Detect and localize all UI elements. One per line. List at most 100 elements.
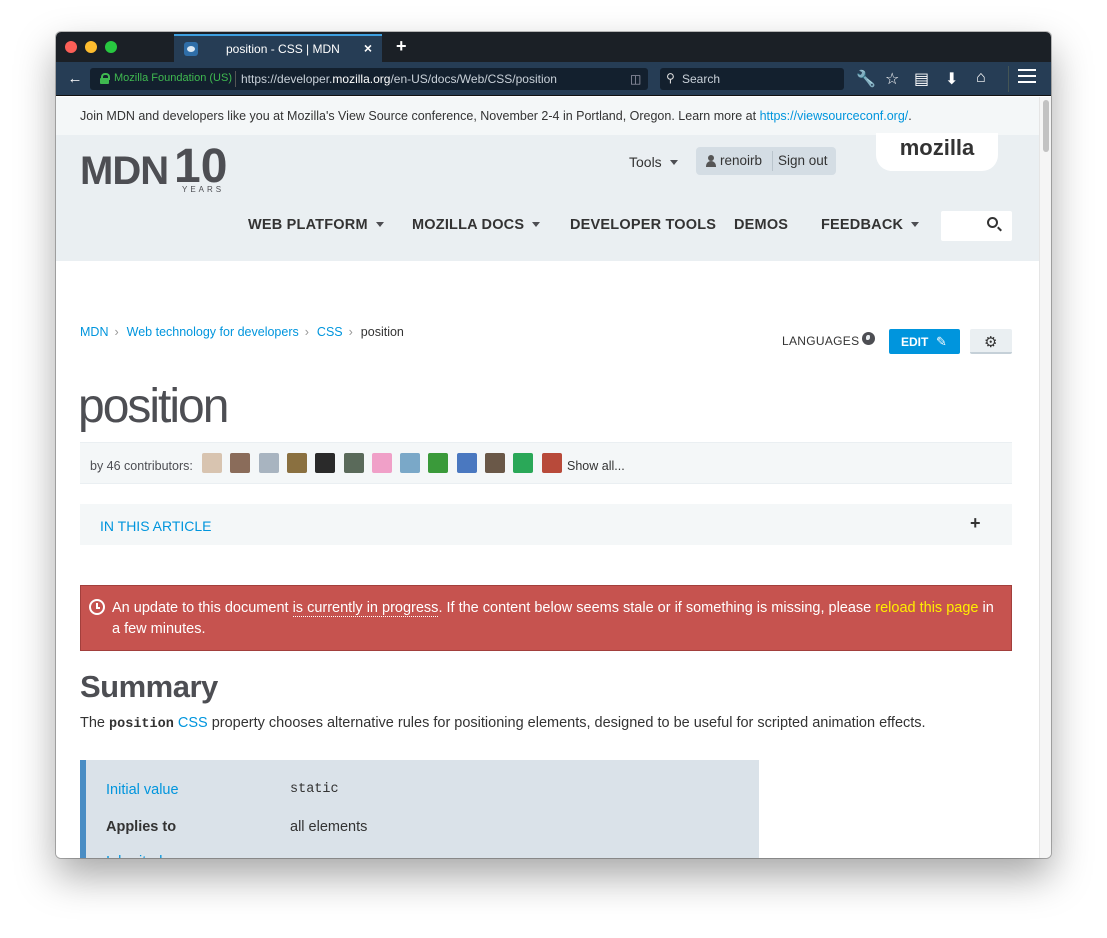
toc-label[interactable]: IN THIS ARTICLE <box>100 518 212 534</box>
summary-heading: Summary <box>80 669 218 704</box>
tab-close-icon[interactable]: × <box>364 40 372 56</box>
globe-icon[interactable] <box>862 332 875 345</box>
update-warning-banner: An update to this document is currently … <box>80 585 1012 651</box>
search-bar[interactable]: ⚲ Search <box>660 68 844 90</box>
promo-banner: Join MDN and developers like you at Mozi… <box>56 97 1039 135</box>
contributor-avatar[interactable] <box>513 453 534 473</box>
home-icon[interactable]: ⌂ <box>976 69 986 87</box>
tab-bar: position - CSS | MDN × + <box>56 32 1051 62</box>
breadcrumb-mdn[interactable]: MDN <box>80 325 108 339</box>
username-link[interactable]: renoirb <box>720 153 762 168</box>
new-tab-button[interactable]: + <box>396 36 407 57</box>
search-icon: ⚲ <box>666 71 675 85</box>
wrench-icon[interactable]: 🔧 <box>856 69 876 89</box>
contributor-avatar[interactable] <box>202 453 222 473</box>
url-text[interactable]: https://developer.mozilla.org/en-US/docs… <box>241 72 557 86</box>
clock-icon <box>89 599 105 615</box>
masthead: MDN 10 YEARS Tools renoirb Sign out mozi… <box>56 133 1039 261</box>
contributor-avatar[interactable] <box>541 453 562 473</box>
search-placeholder: Search <box>682 72 721 86</box>
nav-mozilla-docs[interactable]: MOZILLA DOCS <box>412 217 541 233</box>
nav-developer-tools[interactable]: DEVELOPER TOOLS <box>570 217 716 233</box>
logo-years: YEARS <box>182 185 225 194</box>
search-icon[interactable] <box>987 217 998 228</box>
table-of-contents[interactable]: IN THIS ARTICLE + <box>80 504 1012 545</box>
navigation-bar: ← Mozilla Foundation (US) https://develo… <box>56 62 1051 96</box>
mozilla-tab[interactable]: mozilla <box>876 133 998 171</box>
promo-link[interactable]: https://viewsourceconf.org/ <box>760 109 909 123</box>
contributor-avatar[interactable] <box>371 453 392 473</box>
scrollbar-thumb[interactable] <box>1043 100 1049 152</box>
vertical-scrollbar[interactable] <box>1039 97 1051 858</box>
mdn-logo[interactable]: MDN <box>80 149 169 194</box>
initial-value-link[interactable]: Initial value <box>106 782 290 798</box>
contributor-avatar[interactable] <box>428 453 449 473</box>
contributor-avatar[interactable] <box>485 453 505 473</box>
chevron-down-icon <box>911 222 920 227</box>
site-search-input[interactable] <box>941 211 1012 241</box>
user-divider <box>772 151 773 171</box>
user-menu: renoirb Sign out <box>696 147 836 175</box>
reload-page-link[interactable]: reload this page <box>875 600 978 616</box>
contributor-avatar[interactable] <box>230 453 251 473</box>
contributor-avatar[interactable] <box>286 453 307 473</box>
contributor-avatar[interactable] <box>456 453 477 473</box>
lock-icon <box>100 73 110 84</box>
languages-menu[interactable]: LANGUAGES <box>782 334 859 348</box>
breadcrumb: MDN › Web technology for developers › CSS › po… <box>80 325 404 339</box>
chevron-down-icon <box>669 160 678 165</box>
nav-feedback[interactable]: FEEDBACK <box>821 217 920 233</box>
promo-text: Join MDN and developers like you at Mozi… <box>80 109 760 123</box>
plus-icon[interactable]: + <box>970 513 981 534</box>
contributor-avatar[interactable] <box>258 453 279 473</box>
in-progress-link[interactable]: is currently in progress <box>292 600 439 617</box>
position-code: position <box>109 717 174 732</box>
sign-out-link[interactable]: Sign out <box>778 153 828 168</box>
contributor-avatar[interactable] <box>315 453 336 473</box>
settings-button[interactable]: ⚙ <box>970 329 1012 354</box>
page-title: position <box>78 380 229 433</box>
breadcrumb-current: position <box>360 325 404 339</box>
chevron-right-icon: › <box>304 325 309 339</box>
close-window-button[interactable] <box>65 41 77 53</box>
minimize-window-button[interactable] <box>85 41 97 53</box>
tools-menu[interactable]: Tools <box>629 154 678 170</box>
bookmarks-menu-icon[interactable]: ▤ <box>914 69 929 89</box>
site-identity[interactable]: Mozilla Foundation (US) <box>114 72 232 84</box>
contributors-bar: by 46 contributors: Show all... <box>80 442 1012 484</box>
back-button[interactable]: ← <box>64 68 86 90</box>
bookmark-star-icon[interactable]: ☆ <box>885 69 899 89</box>
user-icon <box>706 155 716 167</box>
edit-button[interactable]: EDIT ✎ <box>889 329 960 354</box>
chevron-down-icon <box>375 222 384 227</box>
hamburger-menu-icon[interactable] <box>1018 69 1036 83</box>
nav-demos[interactable]: DEMOS <box>734 217 788 233</box>
edit-label: EDIT <box>901 335 929 349</box>
inherited-value: no <box>290 854 306 858</box>
property-info-box: Initial value static Applies to all elem… <box>80 760 759 858</box>
applies-to-label: Applies to <box>106 819 177 835</box>
chevron-right-icon: › <box>348 325 353 339</box>
url-bar[interactable]: Mozilla Foundation (US) https://develope… <box>90 68 671 90</box>
tab-active[interactable]: position - CSS | MDN × <box>174 34 382 62</box>
downloads-icon[interactable]: ⬇ <box>945 69 958 89</box>
css-link[interactable]: CSS <box>178 715 208 731</box>
tab-title: position - CSS | MDN <box>226 42 340 56</box>
browser-window: position - CSS | MDN × + ← Mozilla Found… <box>56 32 1051 858</box>
nav-web-platform[interactable]: WEB PLATFORM <box>248 217 384 233</box>
zoom-window-button[interactable] <box>105 41 117 53</box>
contributors-label: by 46 contributors: <box>90 459 193 473</box>
summary-paragraph: The position CSS property chooses altern… <box>80 715 926 732</box>
applies-to-value: all elements <box>290 819 368 835</box>
contributor-avatar[interactable] <box>400 453 421 473</box>
initial-value: static <box>290 782 339 797</box>
mdn-favicon-icon <box>184 42 198 56</box>
inherited-link[interactable]: Inherited <box>106 854 290 858</box>
toolbar-divider <box>1008 66 1009 92</box>
breadcrumb-css[interactable]: CSS <box>317 325 343 339</box>
chevron-right-icon: › <box>114 325 119 339</box>
show-all-contributors-link[interactable]: Show all... <box>567 459 625 473</box>
contributor-avatar[interactable] <box>343 453 364 473</box>
breadcrumb-web-technology[interactable]: Web technology for developers <box>127 325 299 339</box>
reader-view-icon[interactable]: ◫ <box>630 72 641 86</box>
